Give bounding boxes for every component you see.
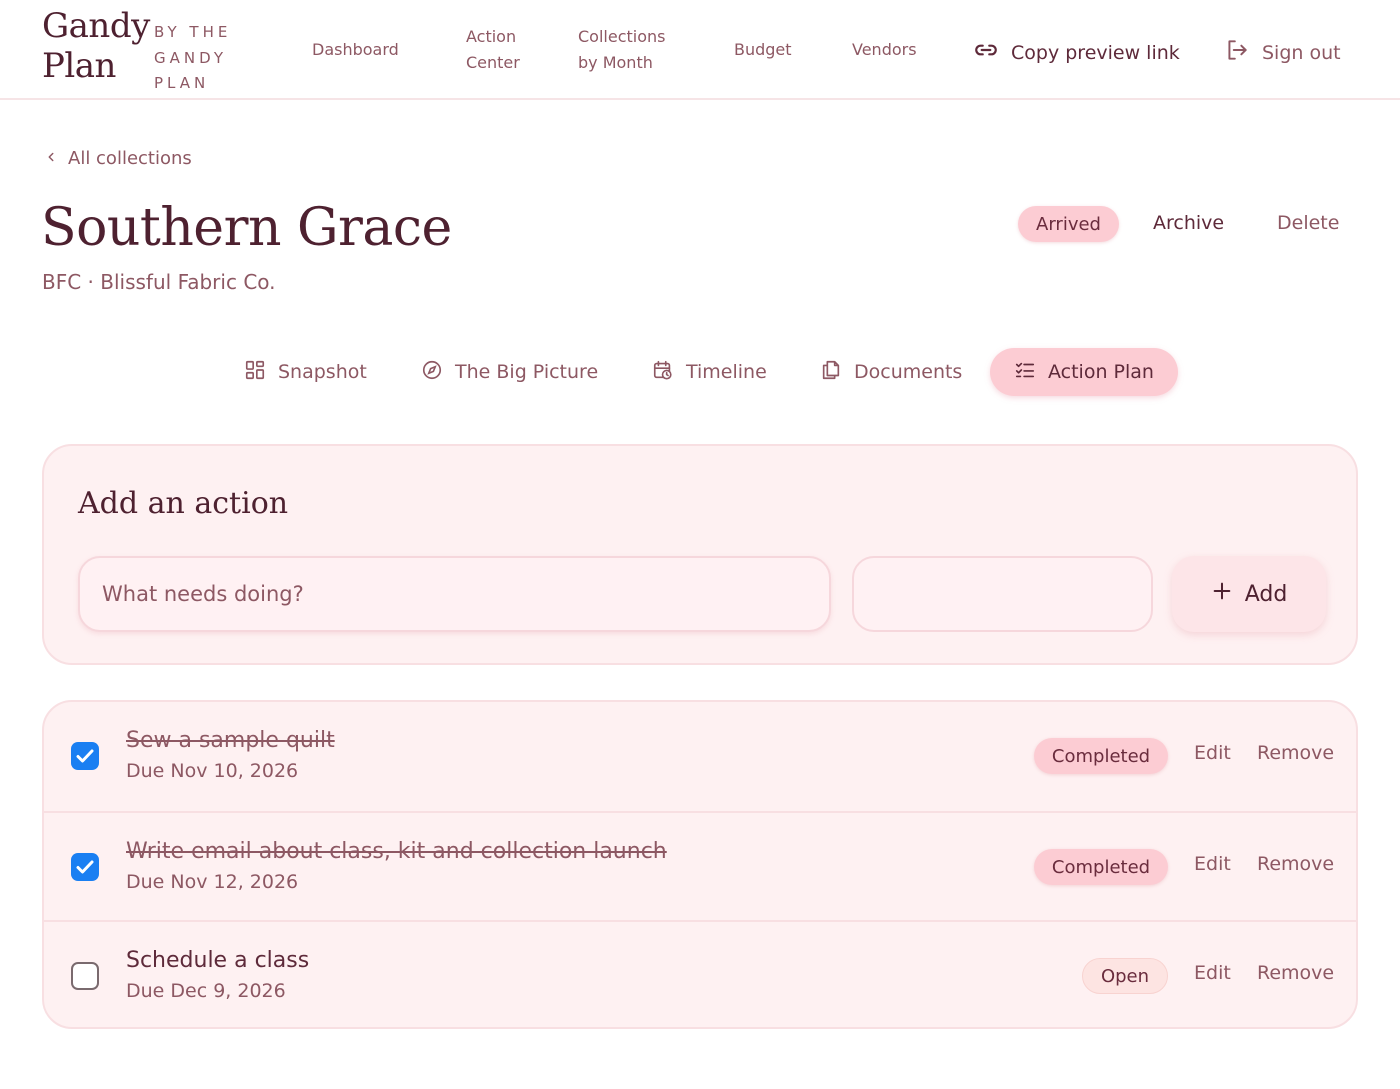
list-item: Sew a sample quilt Due Nov 10, 2026 Comp… xyxy=(44,702,1356,811)
link-icon xyxy=(973,37,999,68)
edit-button[interactable]: Edit xyxy=(1194,962,1231,984)
checkbox-checked[interactable] xyxy=(71,853,99,881)
action-list: Sew a sample quilt Due Nov 10, 2026 Comp… xyxy=(42,700,1358,1029)
add-action-button-label: Add xyxy=(1244,581,1288,607)
nav-budget[interactable]: Budget xyxy=(734,37,792,63)
list-item: Write email about class, kit and collect… xyxy=(44,811,1356,920)
edit-button[interactable]: Edit xyxy=(1194,853,1231,875)
page-subtitle: BFC · Blissful Fabric Co. xyxy=(42,270,276,294)
brand-tagline: BY THE GANDY PLAN xyxy=(154,20,244,97)
breadcrumb-label: All collections xyxy=(68,148,192,169)
brand-tag-line-2: GANDY xyxy=(154,48,227,67)
action-description-placeholder: What needs doing? xyxy=(102,582,304,606)
top-navigation-bar: Gandy Plan BY THE GANDY PLAN Dashboard A… xyxy=(0,0,1400,100)
sign-out-label: Sign out xyxy=(1262,41,1341,64)
sign-out-button[interactable]: Sign out xyxy=(1224,37,1341,68)
status-badge: Open xyxy=(1082,958,1168,994)
tab-snapshot[interactable]: Snapshot xyxy=(244,348,367,396)
tab-action-plan-label: Action Plan xyxy=(1048,361,1154,383)
calendar-clock-icon xyxy=(652,359,674,386)
nav-vendors[interactable]: Vendors xyxy=(852,37,917,63)
tab-timeline[interactable]: Timeline xyxy=(652,348,767,396)
remove-button[interactable]: Remove xyxy=(1257,853,1334,875)
nav-action-center[interactable]: Action Center xyxy=(466,24,520,76)
documents-icon xyxy=(820,359,842,386)
status-badge: Arrived xyxy=(1018,206,1119,242)
add-action-heading: Add an action xyxy=(78,486,289,521)
breadcrumb[interactable]: All collections xyxy=(44,148,192,169)
brand-tag-line-1: BY THE xyxy=(154,23,232,41)
page-title: Southern Grace xyxy=(41,198,452,258)
tab-big-picture[interactable]: The Big Picture xyxy=(421,348,598,396)
archive-button[interactable]: Archive xyxy=(1153,210,1224,236)
nav-dashboard[interactable]: Dashboard xyxy=(312,37,399,63)
copy-preview-link-label: Copy preview link xyxy=(1011,41,1180,64)
action-title: Write email about class, kit and collect… xyxy=(126,839,667,864)
tab-big-picture-label: The Big Picture xyxy=(455,361,599,383)
tab-documents[interactable]: Documents xyxy=(820,348,962,396)
grid-icon xyxy=(244,359,266,386)
brand-tag-line-3: PLAN xyxy=(154,74,210,92)
brand-logo[interactable]: Gandy Plan BY THE GANDY PLAN xyxy=(42,6,244,97)
action-due-date: Due Nov 10, 2026 xyxy=(126,760,299,782)
tab-snapshot-label: Snapshot xyxy=(278,361,367,383)
checklist-icon xyxy=(1014,359,1036,386)
status-badge: Completed xyxy=(1034,849,1168,885)
chevron-left-icon xyxy=(44,148,58,169)
nav-action-center-line-1: Action xyxy=(466,27,517,46)
checkmark-icon xyxy=(76,749,94,763)
brand-name-line-1: Gandy xyxy=(42,6,150,46)
nav-collections-line-2: by Month xyxy=(578,53,653,72)
tab-timeline-label: Timeline xyxy=(686,361,767,383)
action-description-input[interactable]: What needs doing? xyxy=(78,556,831,632)
remove-button[interactable]: Remove xyxy=(1257,742,1334,764)
tab-documents-label: Documents xyxy=(854,361,963,383)
list-item: Schedule a class Due Dec 9, 2026 Open Ed… xyxy=(44,920,1356,1027)
nav-action-center-line-2: Center xyxy=(466,53,520,72)
add-action-button[interactable]: Add xyxy=(1172,556,1326,632)
due-date-input[interactable] xyxy=(852,556,1153,632)
nav-collections-line-1: Collections xyxy=(578,27,666,46)
checkbox-checked[interactable] xyxy=(71,742,99,770)
sign-out-icon xyxy=(1224,37,1250,68)
action-title: Schedule a class xyxy=(126,948,310,973)
tab-action-plan[interactable]: Action Plan xyxy=(990,348,1178,396)
checkmark-icon xyxy=(76,860,94,874)
brand-name: Gandy Plan xyxy=(42,6,150,86)
brand-name-line-2: Plan xyxy=(42,46,116,86)
remove-button[interactable]: Remove xyxy=(1257,962,1334,984)
status-badge: Completed xyxy=(1034,738,1168,774)
plus-icon xyxy=(1211,580,1233,608)
action-due-date: Due Dec 9, 2026 xyxy=(126,980,286,1002)
action-title: Sew a sample quilt xyxy=(126,728,335,753)
nav-collections-by-month[interactable]: Collections by Month xyxy=(578,24,665,76)
checkbox-unchecked[interactable] xyxy=(71,962,99,990)
delete-button[interactable]: Delete xyxy=(1277,210,1339,236)
add-action-card: Add an action What needs doing? Add xyxy=(42,444,1358,665)
copy-preview-link-button[interactable]: Copy preview link xyxy=(973,37,1180,68)
compass-icon xyxy=(421,359,443,386)
action-due-date: Due Nov 12, 2026 xyxy=(126,871,299,893)
edit-button[interactable]: Edit xyxy=(1194,742,1231,764)
